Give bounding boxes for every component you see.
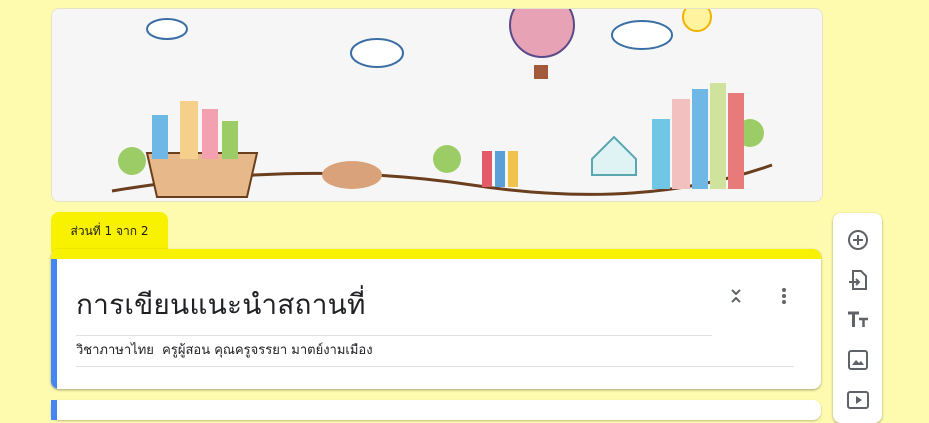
section-indicator-label: ส่วนที่ 1 จาก 2 [70, 224, 149, 238]
section-indicator-tab: ส่วนที่ 1 จาก 2 [51, 212, 168, 252]
add-title-button[interactable] [845, 307, 871, 333]
add-video-icon [847, 391, 869, 409]
form-title-card[interactable]: การเขียนแนะนำสถานที่ วิชาภาษาไทย ครูผู้ส… [51, 249, 821, 389]
collapse-icon [731, 289, 741, 303]
card-focus-bar [51, 259, 57, 389]
more-vert-icon [782, 288, 786, 304]
card-accent-bar [51, 249, 821, 259]
form-title[interactable]: การเขียนแนะนำสถานที่ [76, 283, 712, 336]
form-description[interactable]: วิชาภาษาไทย ครูผู้สอน คุณครูจรรยา มาตย์ง… [76, 339, 794, 367]
add-video-button[interactable] [845, 387, 871, 413]
import-questions-icon [849, 270, 867, 290]
question-card[interactable] [51, 400, 821, 420]
add-question-icon [848, 230, 868, 250]
add-image-button[interactable] [845, 347, 871, 373]
header-banner-image [51, 8, 823, 202]
collapse-section-button[interactable] [722, 282, 750, 310]
import-questions-button[interactable] [845, 267, 871, 293]
more-options-button[interactable] [770, 282, 798, 310]
card-focus-bar [51, 400, 57, 420]
floating-toolbar [833, 213, 882, 423]
add-image-icon [848, 350, 868, 370]
add-question-button[interactable] [845, 227, 871, 253]
add-title-icon [848, 311, 868, 327]
